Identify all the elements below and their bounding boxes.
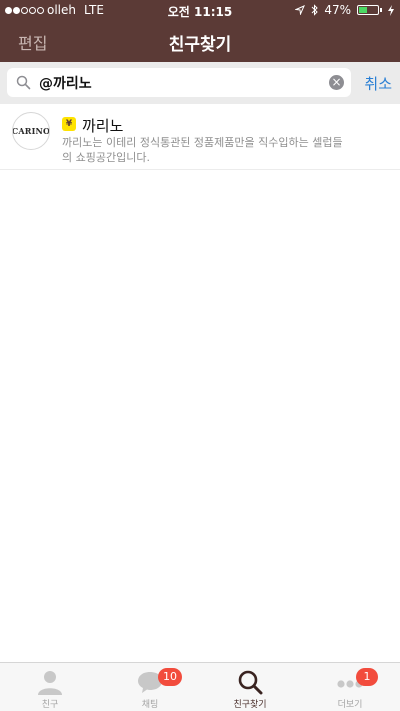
plus-friend-badge-icon: ¥: [62, 117, 76, 131]
clear-search-icon[interactable]: ×: [329, 75, 344, 90]
tab-friends[interactable]: 친구: [0, 663, 100, 711]
tab-bar: 친구 10 채팅 친구찾기 1 더보기: [0, 662, 400, 711]
search-field[interactable]: ×: [7, 68, 351, 97]
tab-find-friends[interactable]: 친구찾기: [200, 663, 300, 711]
tab-chats[interactable]: 10 채팅: [100, 663, 200, 711]
search-icon: [238, 670, 263, 695]
cancel-button[interactable]: 취소: [364, 73, 392, 94]
search-bar: × 취소: [0, 62, 400, 104]
battery-icon: [357, 5, 382, 15]
header: olleh LTE 오전 11:15 47% 편집 친구찾기: [0, 0, 400, 62]
app-screen: olleh LTE 오전 11:15 47% 편집 친구찾기 @까리노 × 취소…: [0, 0, 400, 711]
search-input[interactable]: [39, 71, 319, 94]
tab-label: 채팅: [141, 700, 159, 710]
person-icon: [38, 671, 62, 695]
tab-more[interactable]: 1 더보기: [300, 663, 400, 711]
chat-unread-badge: 10: [158, 668, 182, 686]
search-icon: [16, 75, 31, 90]
tab-label: 친구: [41, 700, 59, 710]
charging-bolt-icon: [388, 4, 394, 16]
tab-label: 더보기: [337, 700, 363, 710]
result-name: 까리노: [82, 117, 124, 135]
page-title: 친구찾기: [168, 35, 232, 55]
result-description: 까리노는 이테리 정식통관된 정품제품만을 직수입하는 셀럽들의 쇼핑공간입니다…: [62, 136, 343, 164]
carino-logo: CARINO: [12, 126, 50, 136]
tab-label: 친구찾기: [233, 700, 267, 710]
battery-percent: 47%: [324, 3, 351, 17]
bluetooth-icon: [311, 4, 319, 16]
status-right: 47%: [295, 3, 394, 17]
profile-avatar: CARINO: [12, 112, 50, 150]
nav-bar: 편집 친구찾기: [0, 20, 400, 62]
search-result-item[interactable]: CARINO ¥ 까리노 까리노는 이테리 정식통관된 정품제품만을 직수입하는…: [0, 104, 400, 170]
location-arrow-icon: [295, 5, 306, 15]
status-bar: olleh LTE 오전 11:15 47%: [0, 0, 400, 20]
more-badge: 1: [356, 668, 378, 686]
